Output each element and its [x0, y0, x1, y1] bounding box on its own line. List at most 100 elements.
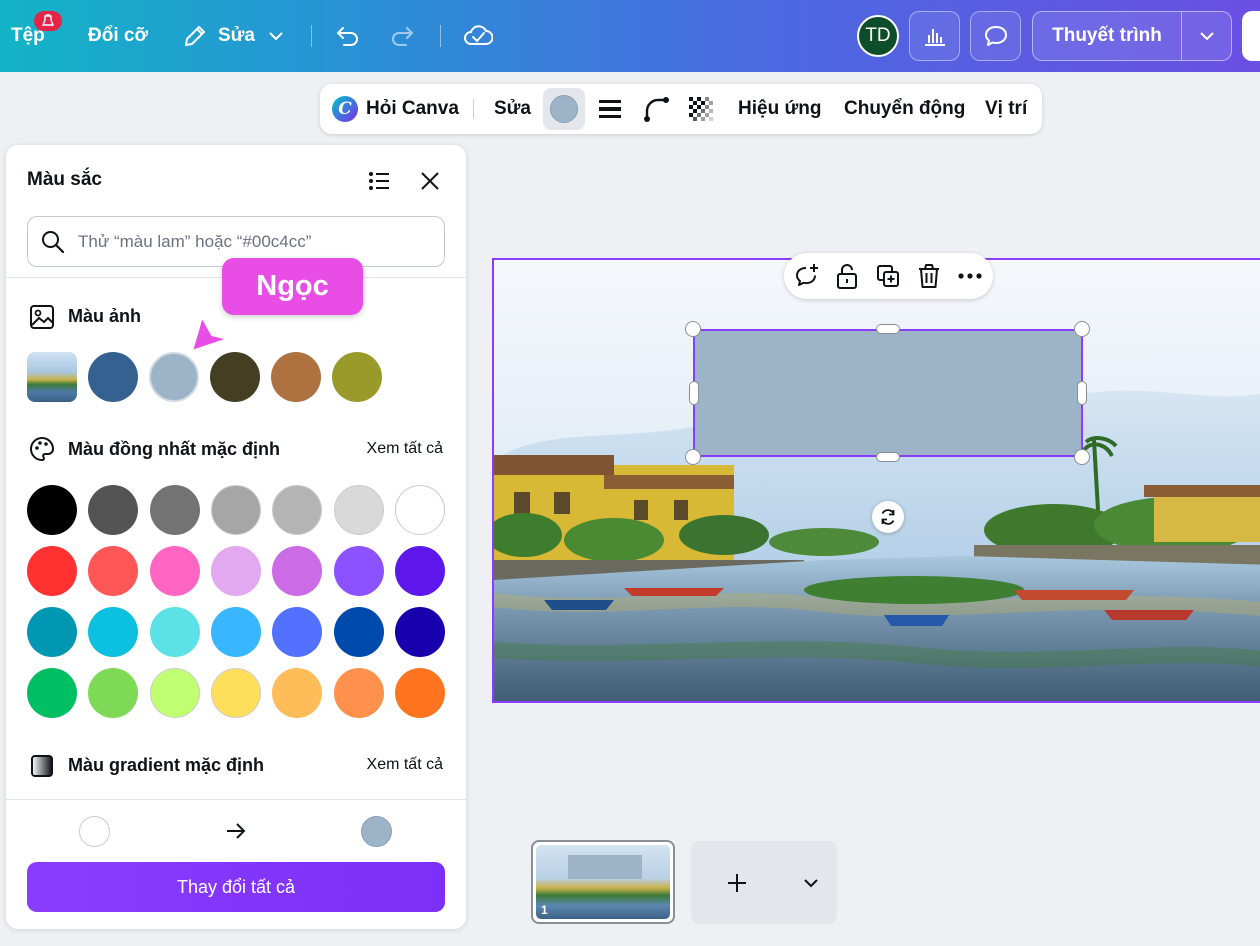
delete-button[interactable]: [909, 253, 949, 299]
resize-button[interactable]: Đổi cỡ: [88, 0, 148, 72]
lock-button[interactable]: [827, 253, 867, 299]
animate-button[interactable]: Chuyển động: [844, 84, 965, 134]
default-color-swatch[interactable]: [210, 485, 261, 535]
default-color-swatch[interactable]: [149, 607, 200, 657]
add-page-button[interactable]: [715, 861, 759, 905]
lock-icon: [837, 264, 857, 289]
present-button-group: Thuyết trình: [1032, 11, 1232, 61]
replace-all-button[interactable]: Thay đổi tất cả: [27, 862, 445, 912]
share-button[interactable]: [1242, 11, 1260, 61]
resize-handle-left[interactable]: [689, 381, 699, 405]
redo-button[interactable]: [388, 0, 416, 72]
duplicate-button[interactable]: [868, 253, 908, 299]
present-button[interactable]: Thuyết trình: [1033, 12, 1181, 60]
photo-color-swatch[interactable]: [332, 352, 382, 402]
edit-element-button[interactable]: Sửa: [494, 84, 531, 134]
resize-handle-bottom-right[interactable]: [1074, 449, 1090, 465]
default-color-swatch[interactable]: [27, 485, 77, 535]
resize-handle-top[interactable]: [876, 324, 900, 334]
default-color-swatch[interactable]: [27, 546, 77, 596]
see-all-solid-colors-link[interactable]: Xem tất cả: [367, 440, 443, 458]
chevron-down-icon: [804, 879, 818, 888]
fill-color-swatch: [550, 95, 578, 123]
insights-button[interactable]: [909, 11, 960, 61]
add-comment-button[interactable]: [787, 253, 827, 299]
default-color-swatch[interactable]: [88, 546, 139, 596]
position-button[interactable]: Vị trí: [985, 84, 1027, 134]
ask-canva-label: Hỏi Canva: [366, 98, 459, 119]
resize-handle-top-left[interactable]: [685, 321, 701, 337]
default-color-swatch[interactable]: [210, 668, 261, 718]
image-icon: [28, 303, 56, 331]
default-color-swatch[interactable]: [149, 668, 200, 718]
rotate-handle[interactable]: [872, 501, 904, 533]
resize-handle-right[interactable]: [1077, 381, 1087, 405]
replace-from-color-swatch: [79, 816, 110, 847]
edit-menu-button[interactable]: Sửa: [182, 0, 285, 72]
add-page-options-button[interactable]: [791, 861, 831, 905]
default-color-swatch[interactable]: [394, 607, 445, 657]
default-color-swatch[interactable]: [88, 485, 139, 535]
default-color-swatch[interactable]: [272, 546, 323, 596]
color-panel-title: Màu sắc: [27, 169, 102, 190]
resize-handle-bottom-left[interactable]: [685, 449, 701, 465]
default-color-swatch[interactable]: [394, 668, 445, 718]
toolbar-divider: [311, 25, 312, 47]
resize-handle-top-right[interactable]: [1074, 321, 1090, 337]
undo-button[interactable]: [334, 0, 362, 72]
more-options-button[interactable]: [950, 253, 990, 299]
replace-all-label: Thay đổi tất cả: [176, 876, 296, 897]
gradient-icon: [28, 752, 56, 780]
resize-handle-bottom[interactable]: [876, 452, 900, 462]
default-color-swatch[interactable]: [88, 607, 139, 657]
effects-button[interactable]: Hiệu ứng: [738, 84, 821, 134]
more-horizontal-icon: [958, 273, 982, 279]
avatar[interactable]: TD: [857, 15, 899, 57]
default-color-swatch[interactable]: [149, 485, 200, 535]
default-color-swatch[interactable]: [333, 546, 384, 596]
redo-icon: [392, 27, 413, 46]
default-color-swatch[interactable]: [394, 485, 445, 535]
photo-color-swatch[interactable]: [88, 352, 138, 402]
comments-button[interactable]: [970, 11, 1021, 61]
fill-color-button[interactable]: [543, 88, 585, 130]
default-color-swatch[interactable]: [394, 546, 445, 596]
default-color-swatch[interactable]: [149, 546, 200, 596]
default-color-swatch[interactable]: [333, 668, 384, 718]
list-view-button[interactable]: [365, 167, 393, 195]
page-number: 1: [541, 903, 548, 917]
edit-menu-label: Sửa: [218, 25, 255, 46]
canva-logo-icon: C: [332, 96, 358, 122]
selected-rectangle-shape[interactable]: [693, 329, 1083, 457]
corner-rounding-button[interactable]: [642, 84, 670, 134]
default-color-swatch[interactable]: [27, 668, 77, 718]
present-options-button[interactable]: [1182, 12, 1232, 60]
photo-thumbnail-swatch[interactable]: [27, 352, 77, 402]
transparency-button[interactable]: [688, 84, 714, 134]
default-color-swatch[interactable]: [210, 607, 261, 657]
chevron-down-icon: [1200, 32, 1214, 41]
page-thumbnail[interactable]: 1: [531, 840, 675, 924]
thumbnail-rectangle: [568, 855, 642, 879]
default-color-swatch[interactable]: [333, 485, 384, 535]
undo-icon: [337, 27, 358, 46]
see-all-gradients-link[interactable]: Xem tất cả: [367, 756, 443, 774]
photo-color-swatch[interactable]: [271, 352, 321, 402]
default-color-swatch[interactable]: [272, 485, 323, 535]
cloud-saved-button[interactable]: [463, 0, 493, 72]
transparency-icon: [689, 97, 713, 121]
replace-to-color-swatch: [361, 816, 392, 847]
default-color-swatch[interactable]: [272, 607, 323, 657]
default-color-swatch[interactable]: [210, 546, 261, 596]
default-color-swatch[interactable]: [27, 607, 77, 657]
ask-canva-button[interactable]: C Hỏi Canva: [332, 84, 459, 134]
border-style-button[interactable]: [598, 84, 622, 134]
design-page[interactable]: [492, 258, 1260, 703]
default-color-swatch[interactable]: [333, 607, 384, 657]
pencil-icon: [185, 26, 205, 46]
photo-color-swatch[interactable]: [149, 352, 199, 402]
photo-color-swatch[interactable]: [210, 352, 260, 402]
close-panel-button[interactable]: [416, 167, 444, 195]
default-color-swatch[interactable]: [272, 668, 323, 718]
default-color-swatch[interactable]: [88, 668, 139, 718]
